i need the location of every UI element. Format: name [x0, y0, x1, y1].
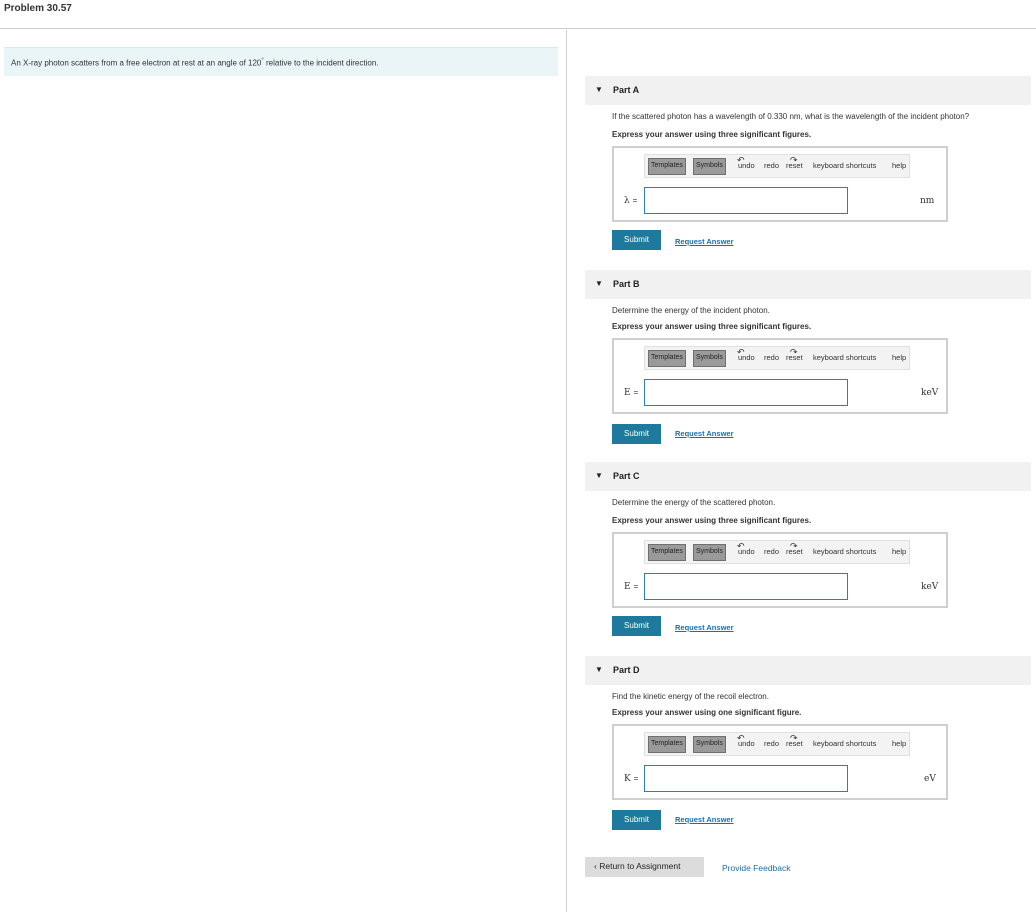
- math-toolbar: Templates Symbols ↶ undo ↷ redo reset ke…: [644, 732, 910, 756]
- part-label: Part D: [613, 665, 640, 675]
- part-c-submit-button[interactable]: Submit: [612, 616, 661, 636]
- answer-input[interactable]: [644, 187, 848, 214]
- collapse-arrow-icon[interactable]: ▼: [595, 85, 603, 94]
- templates-button[interactable]: Templates: [648, 544, 686, 561]
- keyboard-shortcuts-link[interactable]: keyboard shortcuts: [813, 739, 876, 748]
- part-label: Part B: [613, 279, 640, 289]
- part-c-question: Determine the energy of the scattered ph…: [612, 498, 776, 507]
- part-d-request-answer-link[interactable]: Request Answer: [675, 815, 734, 824]
- part-c-answer-box: Templates Symbols ↶ undo ↷ redo reset ke…: [612, 532, 948, 608]
- unit-label: nm: [920, 196, 935, 206]
- help-link[interactable]: help: [892, 739, 906, 748]
- part-b-question: Determine the energy of the incident pho…: [612, 306, 770, 315]
- part-b-request-answer-link[interactable]: Request Answer: [675, 429, 734, 438]
- equals-sign: =: [633, 774, 639, 783]
- equals-sign: =: [633, 388, 639, 397]
- answer-input[interactable]: [644, 765, 848, 792]
- undo-button[interactable]: undo: [738, 739, 755, 748]
- part-b-answer-box: Templates Symbols ↶ undo ↷ redo reset ke…: [612, 338, 948, 414]
- help-link[interactable]: help: [892, 547, 906, 556]
- variable-symbol: λ: [624, 196, 630, 206]
- return-label: Return to Assignment: [599, 861, 681, 871]
- part-a-request-answer-link[interactable]: Request Answer: [675, 237, 734, 246]
- unit-label: keV: [921, 582, 939, 592]
- collapse-arrow-icon[interactable]: ▼: [595, 471, 603, 480]
- reset-button[interactable]: reset: [786, 353, 803, 362]
- part-d-instruction: Express your answer using one significan…: [612, 708, 802, 717]
- reset-button[interactable]: reset: [786, 161, 803, 170]
- templates-button[interactable]: Templates: [648, 736, 686, 753]
- problem-stem-pane: An X-ray photon scatters from a free ele…: [0, 30, 567, 912]
- variable-label: E =: [624, 582, 638, 592]
- answer-input[interactable]: [644, 379, 848, 406]
- part-c-header[interactable]: ▼ Part C: [585, 462, 1031, 491]
- chevron-left-icon: ‹: [594, 861, 597, 871]
- variable-label: K =: [624, 774, 638, 784]
- unit-label: eV: [924, 774, 936, 784]
- keyboard-shortcuts-link[interactable]: keyboard shortcuts: [813, 353, 876, 362]
- provide-feedback-link[interactable]: Provide Feedback: [722, 863, 791, 873]
- stem-text-before: An X-ray photon scatters from a free ele…: [11, 58, 262, 68]
- redo-button[interactable]: redo: [764, 547, 779, 556]
- equals-sign: =: [632, 196, 638, 205]
- part-a-header[interactable]: ▼ Part A: [585, 76, 1031, 105]
- return-to-assignment-button[interactable]: ‹ Return to Assignment: [585, 857, 704, 877]
- part-c-request-answer-link[interactable]: Request Answer: [675, 623, 734, 632]
- part-label: Part A: [613, 85, 640, 95]
- undo-button[interactable]: undo: [738, 547, 755, 556]
- redo-button[interactable]: redo: [764, 353, 779, 362]
- unit-label: keV: [921, 388, 939, 398]
- part-c-instruction: Express your answer using three signific…: [612, 516, 812, 525]
- equals-sign: =: [633, 582, 639, 591]
- answer-input[interactable]: [644, 573, 848, 600]
- collapse-arrow-icon[interactable]: ▼: [595, 279, 603, 288]
- undo-button[interactable]: undo: [738, 161, 755, 170]
- symbols-button[interactable]: Symbols: [693, 158, 726, 175]
- problem-statement: An X-ray photon scatters from a free ele…: [4, 47, 558, 76]
- reset-button[interactable]: reset: [786, 739, 803, 748]
- help-link[interactable]: help: [892, 353, 906, 362]
- symbols-button[interactable]: Symbols: [693, 350, 726, 367]
- math-toolbar: Templates Symbols ↶ undo ↷ redo reset ke…: [644, 540, 910, 564]
- part-b-submit-button[interactable]: Submit: [612, 424, 661, 444]
- templates-button[interactable]: Templates: [648, 158, 686, 175]
- stem-text-after: relative to the incident direction.: [263, 58, 379, 68]
- variable-label: E =: [624, 388, 638, 398]
- part-d-submit-button[interactable]: Submit: [612, 810, 661, 830]
- math-toolbar: Templates Symbols ↶ undo ↷ redo reset ke…: [644, 346, 910, 370]
- part-b-header[interactable]: ▼ Part B: [585, 270, 1031, 299]
- variable-symbol: E: [624, 582, 631, 592]
- redo-button[interactable]: redo: [764, 739, 779, 748]
- part-d-answer-box: Templates Symbols ↶ undo ↷ redo reset ke…: [612, 724, 948, 800]
- part-d-header[interactable]: ▼ Part D: [585, 656, 1031, 685]
- part-a-instruction: Express your answer using three signific…: [612, 130, 812, 139]
- templates-button[interactable]: Templates: [648, 350, 686, 367]
- part-a-question: If the scattered photon has a wavelength…: [612, 112, 970, 121]
- part-label: Part C: [613, 471, 640, 481]
- collapse-arrow-icon[interactable]: ▼: [595, 665, 603, 674]
- part-a-submit-button[interactable]: Submit: [612, 230, 661, 250]
- reset-button[interactable]: reset: [786, 547, 803, 556]
- keyboard-shortcuts-link[interactable]: keyboard shortcuts: [813, 547, 876, 556]
- redo-button[interactable]: redo: [764, 161, 779, 170]
- help-link[interactable]: help: [892, 161, 906, 170]
- symbols-button[interactable]: Symbols: [693, 736, 726, 753]
- part-d-question: Find the kinetic energy of the recoil el…: [612, 692, 769, 701]
- variable-symbol: E: [624, 388, 631, 398]
- variable-label: λ =: [624, 196, 637, 206]
- problem-title: Problem 30.57: [4, 3, 72, 14]
- keyboard-shortcuts-link[interactable]: keyboard shortcuts: [813, 161, 876, 170]
- symbols-button[interactable]: Symbols: [693, 544, 726, 561]
- part-a-answer-box: Templates Symbols ↶ undo ↷ redo reset ke…: [612, 146, 948, 222]
- variable-symbol: K: [624, 774, 631, 784]
- math-toolbar: Templates Symbols ↶ undo ↷ redo reset ke…: [644, 154, 910, 178]
- page-header: Problem 30.57: [0, 0, 1036, 29]
- undo-button[interactable]: undo: [738, 353, 755, 362]
- part-b-instruction: Express your answer using three signific…: [612, 322, 812, 331]
